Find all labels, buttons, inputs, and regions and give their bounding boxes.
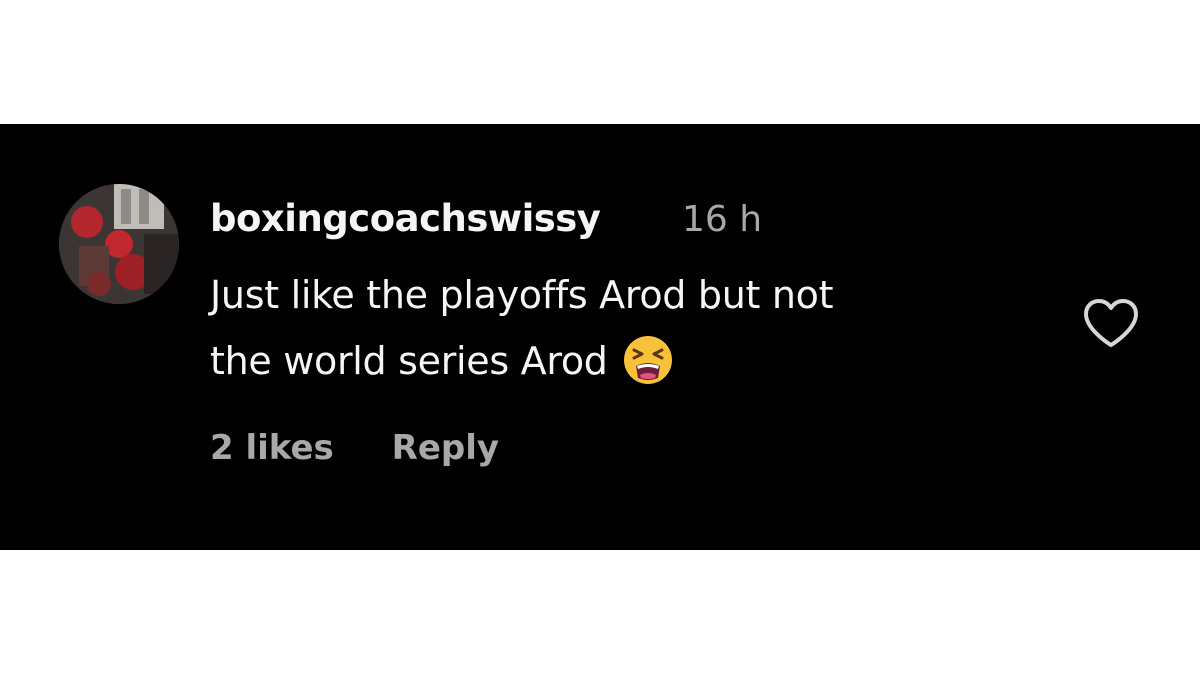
comment-text: Just like the playoffs Arod but not the … [210, 262, 1040, 394]
avatar[interactable] [59, 184, 179, 304]
heart-outline-icon[interactable] [1082, 298, 1140, 350]
timestamp: 16 h [682, 199, 763, 240]
comment-text-line-2-wrapper: the world series Arod [210, 328, 1040, 394]
reply-button[interactable]: Reply [392, 428, 499, 468]
tired-face-emoji-icon [623, 335, 672, 384]
comment-text-line-2: the world series Arod [210, 339, 608, 383]
comment-card: boxingcoachswissy 16 h Just like the pla… [0, 124, 1200, 550]
username[interactable]: boxingcoachswissy [210, 197, 601, 240]
likes-count[interactable]: 2 likes [210, 428, 334, 468]
comment-footer: 2 likes Reply [210, 428, 499, 468]
comment-text-line-1: Just like the playoffs Arod but not [210, 273, 834, 317]
avatar-image [59, 184, 179, 304]
